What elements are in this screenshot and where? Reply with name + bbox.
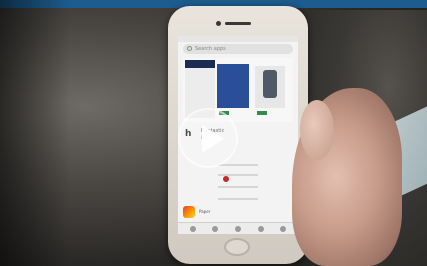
status-bar: [178, 36, 298, 42]
front-camera: [216, 21, 221, 26]
video-frame: Search apps h Runtastic Free Paper: [0, 0, 427, 266]
content-list: [218, 164, 258, 202]
featured-device-card[interactable]: [255, 66, 285, 108]
price-tag: [257, 111, 267, 115]
tab-bar: [178, 222, 298, 234]
featured-app-card[interactable]: [217, 64, 249, 108]
bottom-app-label: Paper: [199, 209, 211, 214]
left-shadow: [0, 0, 70, 266]
search-placeholder: Search apps: [195, 46, 226, 52]
tab-games[interactable]: [212, 226, 218, 232]
search-input[interactable]: Search apps: [183, 44, 293, 54]
thumb: [300, 100, 334, 160]
bottom-app-row[interactable]: Paper: [183, 206, 293, 220]
home-button[interactable]: [224, 238, 250, 256]
device-image: [263, 70, 277, 98]
list-line: [218, 164, 258, 166]
list-line: [218, 186, 258, 188]
red-indicator-dot: [223, 176, 229, 182]
tab-today[interactable]: [190, 226, 196, 232]
bottom-app-icon: [183, 206, 195, 218]
video-play-button[interactable]: [178, 108, 238, 168]
search-icon: [187, 46, 192, 51]
play-icon: [202, 125, 224, 153]
banner-header-strip: [185, 60, 215, 68]
tab-search[interactable]: [280, 226, 286, 232]
tab-updates[interactable]: [258, 226, 264, 232]
earpiece-speaker: [225, 22, 251, 25]
tab-apps[interactable]: [235, 226, 241, 232]
list-line: [218, 198, 258, 200]
